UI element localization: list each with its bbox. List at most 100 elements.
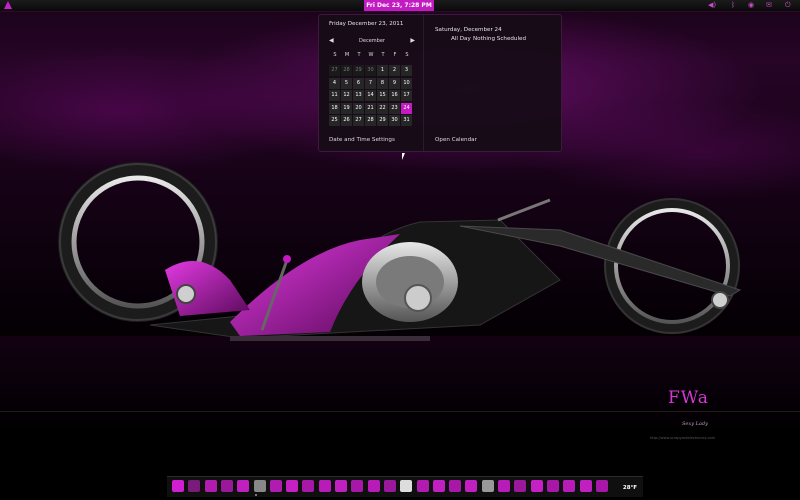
terminal-icon[interactable] [188, 480, 201, 492]
box-icon[interactable] [563, 480, 576, 492]
calendar-day[interactable]: 6 [353, 77, 364, 89]
calendar-day[interactable]: 22 [377, 102, 388, 114]
pdf-icon[interactable] [416, 480, 429, 492]
calendar-day[interactable]: 13 [353, 90, 364, 101]
calendar-day[interactable]: 28 [365, 115, 376, 126]
file-manager-icon[interactable] [514, 480, 527, 492]
network-icon[interactable]: ◉ [748, 0, 754, 11]
weather-widget[interactable]: 28°F [618, 481, 642, 495]
chromium-icon[interactable] [237, 480, 250, 492]
weekday-label: T [357, 52, 361, 58]
calendar-day[interactable]: 25 [329, 115, 340, 126]
grid-icon[interactable] [546, 480, 559, 492]
calendar-day[interactable]: 5 [341, 77, 352, 89]
calendar-date-heading: Friday December 23, 2011 [329, 21, 404, 27]
folder-icon[interactable] [498, 480, 510, 492]
desktop: Fri Dec 23, 7:28 PM ◀) ᛒ ◉ ✉ ⏻ FWa Sexy … [0, 0, 800, 500]
calendar-day[interactable]: 24 [401, 102, 412, 114]
brand-tagline: Sexy Lady [682, 421, 708, 427]
month-navigation: ◀ December ▶ [329, 37, 415, 47]
calendar-day[interactable]: 9 [389, 77, 400, 89]
calendar-day-grid: 27 28 29 30 1 2 3 4 5 6 7 8 9 10 11 12 13 14 15 16 17 18 19 20 2… [329, 65, 413, 139]
hearts-icon[interactable] [351, 480, 364, 492]
wallpaper-reflection [0, 336, 800, 436]
calendar-day[interactable]: 29 [353, 65, 364, 76]
calendar-day[interactable]: 30 [389, 115, 400, 126]
calendar-icon[interactable] [220, 480, 233, 492]
monitor-icon[interactable] [579, 480, 592, 492]
calendar-day[interactable]: 17 [401, 90, 412, 101]
event-text: Nothing Scheduled [473, 36, 527, 42]
calendar-day[interactable]: 7 [365, 77, 376, 89]
event-date-heading: Saturday, December 24 [435, 27, 502, 33]
calendar-day[interactable]: 16 [389, 90, 400, 101]
calendar-day[interactable]: 29 [377, 115, 388, 126]
mail-icon[interactable]: ✉ [766, 0, 772, 11]
event-allday-label: All Day [451, 36, 471, 42]
mail-icon[interactable] [302, 480, 315, 492]
weekday-label: T [381, 52, 385, 58]
weekday-label: W [368, 52, 374, 58]
settings-icon[interactable] [449, 480, 462, 492]
calendar-day[interactable]: 12 [341, 90, 352, 101]
calendar-day[interactable]: 11 [329, 90, 340, 101]
stop-icon[interactable] [269, 480, 282, 492]
calendar-day[interactable]: 4 [329, 77, 340, 89]
open-calendar-link[interactable]: Open Calendar [435, 137, 477, 143]
weekday-label: S [405, 52, 409, 58]
calendar-day[interactable]: 2 [389, 65, 400, 76]
calendar-events-pane: Saturday, December 24 All Day Nothing Sc… [427, 15, 559, 151]
brand-url: http://www.scrapyardelectronics.com [650, 436, 716, 440]
weekday-label: M [344, 52, 350, 58]
calendar-day[interactable]: 27 [329, 65, 340, 76]
music-icon[interactable] [432, 480, 445, 492]
month-label: December [359, 38, 385, 44]
calendar-day[interactable]: 18 [329, 102, 340, 114]
calendar-day[interactable]: 30 [365, 65, 376, 76]
calendar-day[interactable]: 20 [353, 102, 364, 114]
mouse-pointer-icon [402, 153, 408, 160]
top-panel: Fri Dec 23, 7:28 PM ◀) ᛒ ◉ ✉ ⏻ [0, 0, 800, 12]
shield-icon[interactable] [383, 480, 396, 492]
calendar-popup: Friday December 23, 2011 ◀ December ▶ S M… [318, 14, 562, 152]
calendar-day[interactable]: 26 [341, 115, 352, 126]
weekday-label: F [393, 52, 397, 58]
calendar-day[interactable]: 1 [377, 65, 388, 76]
calendar-day[interactable]: 15 [377, 90, 388, 101]
running-indicator [255, 494, 257, 496]
notes-icon[interactable] [318, 480, 331, 492]
photo-viewer-icon[interactable] [204, 480, 217, 492]
power-icon[interactable] [172, 480, 184, 492]
cone-icon[interactable] [481, 480, 494, 492]
volume-icon[interactable]: ◀) [708, 0, 716, 11]
next-month-button[interactable]: ▶ [410, 37, 415, 44]
globe-icon[interactable] [253, 480, 266, 492]
calendar-day[interactable]: 21 [365, 102, 376, 114]
speech-bubble-icon[interactable] [367, 480, 380, 492]
date-time-settings-link[interactable]: Date and Time Settings [329, 137, 395, 143]
app-menu-logo-icon[interactable] [4, 1, 12, 9]
calendar-day[interactable]: 3 [401, 65, 412, 76]
clock[interactable]: Fri Dec 23, 7:28 PM [364, 0, 434, 11]
calendar-day[interactable]: 14 [365, 90, 376, 101]
calendar-day[interactable]: 8 [377, 77, 388, 89]
calendar-day[interactable]: 28 [341, 65, 352, 76]
calendar-day[interactable]: 31 [401, 115, 412, 126]
calendar-day[interactable]: 19 [341, 102, 352, 114]
cd-icon[interactable] [465, 480, 478, 492]
bluetooth-icon[interactable]: ᛒ [731, 0, 735, 11]
dock: 28°F [167, 476, 643, 497]
horizon-line [0, 411, 800, 412]
calendar-month-pane: Friday December 23, 2011 ◀ December ▶ S M… [319, 15, 424, 151]
brand-logo: FWa [668, 388, 709, 408]
document-icon[interactable] [400, 480, 413, 492]
camera-icon[interactable] [595, 480, 608, 492]
power-icon[interactable]: ⏻ [785, 0, 791, 11]
tablet-icon[interactable] [530, 480, 543, 492]
calendar-day[interactable]: 10 [401, 77, 412, 89]
calendar-day[interactable]: 27 [353, 115, 364, 126]
chat-icon[interactable] [335, 480, 347, 492]
weekday-label: S [333, 52, 337, 58]
feather-icon[interactable] [286, 480, 299, 492]
calendar-day[interactable]: 23 [389, 102, 400, 114]
